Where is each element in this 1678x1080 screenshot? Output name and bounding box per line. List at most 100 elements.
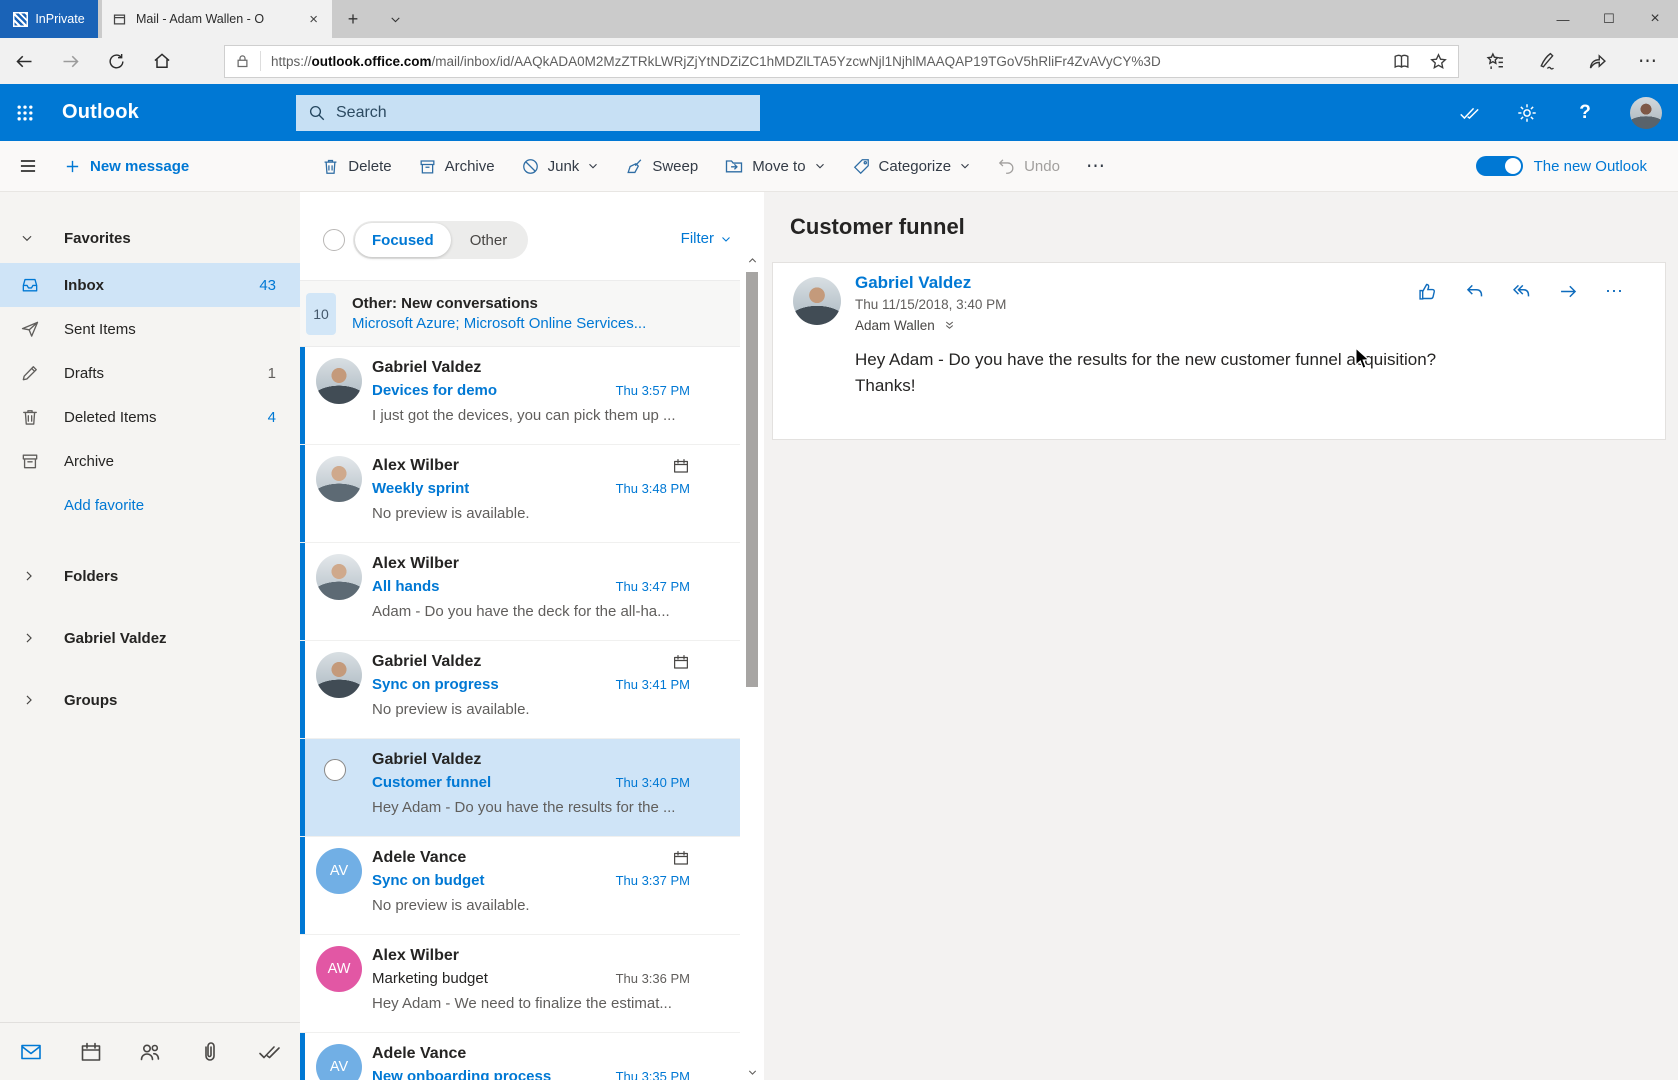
message-list-panel: Focused Other Filter 10 Other: New conve… (300, 192, 764, 1080)
tab-title: Mail - Adam Wallen - O (136, 12, 264, 26)
attachments-module-icon[interactable] (197, 1039, 223, 1065)
more-commands-icon[interactable]: ⋯ (1086, 155, 1105, 178)
message-subject: All hands (372, 578, 440, 595)
account-avatar[interactable] (1630, 97, 1662, 129)
scroll-down-icon[interactable] (744, 1064, 760, 1080)
new-tab-button[interactable]: + (332, 0, 374, 38)
sidebar-section-gabriel-valdez[interactable]: Gabriel Valdez (0, 607, 300, 669)
sidebar-item-deleted-items[interactable]: Deleted Items4 (0, 395, 300, 439)
sidebar-item-drafts[interactable]: Drafts1 (0, 351, 300, 395)
search-box[interactable] (296, 95, 760, 131)
recipient-row[interactable]: Adam Wallen (855, 318, 956, 333)
sidebar-section-folders[interactable]: Folders (0, 545, 300, 607)
list-item[interactable]: AVAdele VanceSync on budgetThu 3:37 PMNo… (300, 837, 740, 935)
reply-icon[interactable] (1464, 281, 1485, 302)
message-time: Thu 3:48 PM (616, 481, 690, 496)
help-icon[interactable]: ? (1556, 84, 1614, 141)
refresh-icon[interactable] (104, 49, 128, 73)
sidebar-item-label: Drafts (64, 365, 104, 382)
web-notes-pen-icon[interactable] (1536, 51, 1557, 72)
like-thumbs-up-icon[interactable] (1417, 281, 1438, 302)
list-item[interactable]: Gabriel ValdezSync on progressThu 3:41 P… (300, 641, 740, 739)
list-item[interactable]: Alex WilberWeekly sprintThu 3:48 PMNo pr… (300, 445, 740, 543)
forward-icon[interactable] (1558, 281, 1579, 302)
tag-icon (852, 157, 871, 176)
tab-close-icon[interactable]: × (305, 11, 322, 28)
sweep-button[interactable]: Sweep (625, 157, 698, 176)
delete-button[interactable]: Delete (321, 157, 391, 176)
add-favorite-link[interactable]: Add favorite (0, 483, 300, 527)
sender-avatar[interactable] (793, 277, 841, 325)
people-module-icon[interactable] (137, 1039, 163, 1065)
sidebar-item-inbox[interactable]: Inbox43 (0, 263, 300, 307)
sidebar-item-archive[interactable]: Archive (0, 439, 300, 483)
forward-icon[interactable] (58, 49, 82, 73)
list-item[interactable]: AWAlex WilberMarketing budgetThu 3:36 PM… (300, 935, 740, 1033)
scroll-up-icon[interactable] (744, 252, 760, 268)
undo-icon (997, 157, 1016, 176)
app-launcher-waffle-icon[interactable] (0, 84, 50, 141)
unread-count: 43 (259, 277, 276, 294)
search-input[interactable] (336, 104, 748, 122)
tab-focused[interactable]: Focused (355, 223, 451, 257)
select-all-circle[interactable] (323, 229, 345, 251)
sidebar-section-groups[interactable]: Groups (0, 669, 300, 731)
favorite-star-icon[interactable] (1429, 52, 1448, 71)
message-subject: Sync on budget (372, 872, 485, 889)
list-item[interactable]: Gabriel ValdezDevices for demoThu 3:57 P… (300, 347, 740, 445)
double-chevron-down-icon[interactable] (943, 319, 956, 332)
share-icon[interactable] (1587, 51, 1608, 72)
my-day-doublecheck-icon[interactable] (1440, 84, 1498, 141)
scrollbar-thumb[interactable] (746, 272, 758, 687)
favorites-header[interactable]: Favorites (0, 222, 300, 254)
list-item[interactable]: AVAdele VanceNew onboarding processThu 3… (300, 1033, 740, 1080)
focused-other-tabs: Focused Other (353, 221, 528, 259)
message-more-icon[interactable]: ⋯ (1605, 281, 1624, 302)
tab-other[interactable]: Other (451, 232, 527, 249)
trash-icon (20, 407, 40, 427)
browser-tab[interactable]: Mail - Adam Wallen - O × (102, 0, 332, 38)
message-sender: Gabriel Valdez (372, 653, 481, 671)
sidebar-item-label: Sent Items (64, 321, 136, 338)
selection-radio[interactable] (324, 759, 346, 781)
tab-list-chevron-icon[interactable] (374, 0, 416, 38)
hub-icon[interactable] (1485, 51, 1506, 72)
browser-settings-more-icon[interactable]: ⋯ (1638, 50, 1658, 73)
message-subject: New onboarding process (372, 1068, 551, 1080)
move-to-button[interactable]: Move to (724, 156, 825, 176)
chevron-down-icon (959, 160, 971, 172)
filter-button[interactable]: Filter (681, 230, 732, 247)
chevron-right-icon (22, 631, 36, 645)
reading-view-icon[interactable] (1392, 52, 1411, 71)
undo-button[interactable]: Undo (997, 157, 1060, 176)
url-text: https://outlook.office.com/mail/inbox/id… (271, 54, 1161, 69)
mail-module-icon[interactable] (18, 1039, 44, 1065)
new-message-button[interactable]: New message (64, 158, 189, 175)
reply-all-icon[interactable] (1511, 281, 1532, 302)
categorize-button[interactable]: Categorize (852, 157, 972, 176)
archive-icon (20, 451, 40, 471)
list-scrollbar[interactable] (744, 252, 760, 1080)
sender-name[interactable]: Gabriel Valdez (855, 273, 971, 293)
maximize-button[interactable]: ☐ (1586, 0, 1632, 38)
message-preview: Hey Adam - We need to finalize the estim… (372, 995, 690, 1012)
list-item[interactable]: Alex WilberAll handsThu 3:47 PMAdam - Do… (300, 543, 740, 641)
list-item[interactable]: Gabriel ValdezCustomer funnelThu 3:40 PM… (300, 739, 740, 837)
junk-button[interactable]: Junk (521, 157, 600, 176)
back-icon[interactable] (12, 49, 36, 73)
message-time: Thu 3:57 PM (616, 383, 690, 398)
minimize-button[interactable]: — (1540, 0, 1586, 38)
address-bar[interactable]: https://outlook.office.com/mail/inbox/id… (224, 45, 1459, 78)
message-subject: Customer funnel (372, 774, 491, 791)
plus-icon (64, 158, 81, 175)
archive-button[interactable]: Archive (418, 157, 495, 176)
settings-gear-icon[interactable] (1498, 84, 1556, 141)
tasks-module-icon[interactable] (256, 1039, 282, 1065)
new-outlook-toggle[interactable] (1476, 156, 1523, 176)
sidebar-item-sent-items[interactable]: Sent Items (0, 307, 300, 351)
calendar-module-icon[interactable] (78, 1039, 104, 1065)
home-icon[interactable] (150, 49, 174, 73)
other-conversations-group-row[interactable]: 10 Other: New conversations Microsoft Az… (300, 280, 740, 347)
hamburger-menu-icon[interactable] (0, 141, 56, 192)
close-button[interactable]: × (1632, 0, 1678, 38)
